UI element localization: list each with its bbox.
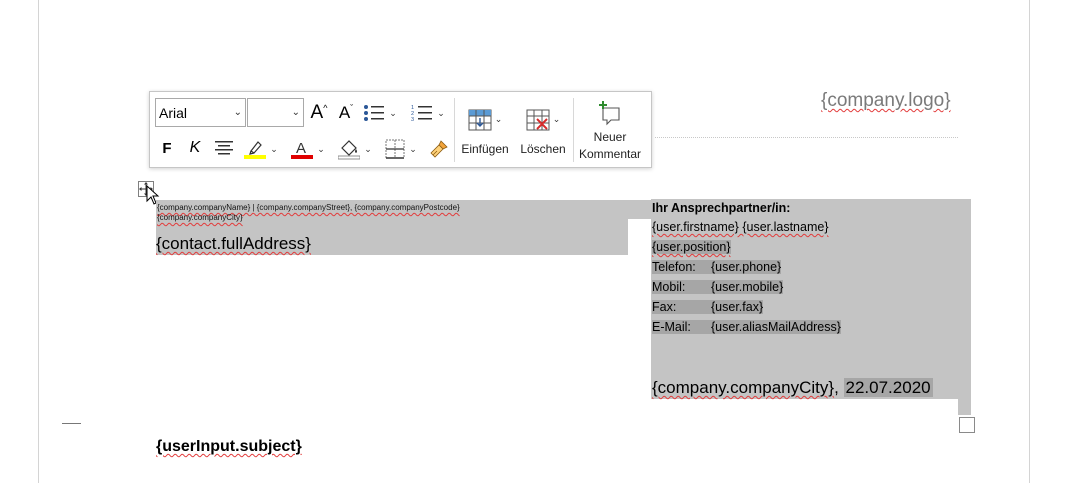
chevron-down-icon: ⌄ bbox=[317, 143, 325, 154]
shrink-font-button[interactable]: A ˇ bbox=[334, 100, 358, 126]
chevron-down-icon: ⌄ bbox=[437, 107, 445, 118]
chevron-down-icon: ⌄ bbox=[389, 107, 397, 118]
numbered-list-icon: 1 2 3 bbox=[411, 105, 433, 122]
grow-font-icon: A bbox=[310, 102, 324, 123]
font-color-icon: A bbox=[291, 140, 314, 159]
new-comment-icon bbox=[599, 100, 620, 125]
borders-button[interactable]: ⌄ bbox=[380, 136, 422, 162]
header-divider bbox=[655, 137, 958, 138]
mobile-label: Mobil: bbox=[652, 280, 686, 294]
toolbar-separator bbox=[573, 98, 574, 162]
insert-label: Einfügen bbox=[461, 141, 509, 156]
font-color-button[interactable]: A ⌄ bbox=[287, 136, 329, 162]
numbering-button[interactable]: 1 2 3 ⌄ bbox=[407, 100, 449, 126]
new-comment-button[interactable]: Neuer Kommentar bbox=[575, 98, 645, 164]
contact-name: {user.firstname} {user.lastname} bbox=[652, 220, 829, 234]
chevron-down-icon: ⌄ bbox=[291, 107, 300, 118]
chevron-down-icon: ⌄ bbox=[494, 114, 503, 124]
svg-text:A: A bbox=[296, 140, 306, 157]
italic-icon: K bbox=[189, 139, 201, 156]
grow-font-button[interactable]: A ^ bbox=[307, 100, 331, 126]
shrink-font-icon: A bbox=[338, 103, 351, 122]
city-date-separator: , bbox=[834, 378, 844, 397]
center-align-button[interactable] bbox=[212, 136, 236, 160]
contact-email-line[interactable]: E-Mail: {user.aliasMailAddress} bbox=[652, 320, 841, 334]
table-delete-icon bbox=[526, 109, 550, 130]
company-city: {company.companyCity} bbox=[652, 378, 835, 397]
table-insert-icon bbox=[468, 109, 492, 130]
address-shading bbox=[628, 200, 652, 219]
chevron-down-icon: ⌄ bbox=[233, 107, 242, 118]
comment-label-line2: Kommentar bbox=[578, 146, 642, 161]
email-label: E-Mail: bbox=[652, 320, 691, 334]
contact-position-line[interactable]: {user.position} bbox=[652, 240, 731, 254]
margin-mark bbox=[62, 423, 81, 424]
mini-toolbar: Arial ⌄ ⌄ A ^ A ˇ ⌄ 1 2 3 ⌄ F K ⌄ A ⌄ ⌄ … bbox=[149, 91, 652, 168]
contact-mobile-line[interactable]: Mobil: {user.mobile} bbox=[652, 280, 784, 294]
insert-button[interactable]: ⌄ Einfügen bbox=[457, 98, 513, 164]
comment-label-line1: Neuer bbox=[593, 129, 627, 144]
toolbar-separator bbox=[454, 98, 455, 162]
shading-button[interactable]: ⌄ bbox=[334, 136, 376, 162]
italic-button[interactable]: K bbox=[184, 136, 206, 160]
borders-icon bbox=[385, 139, 405, 159]
table-resize-handle[interactable] bbox=[959, 417, 975, 433]
city-date-line[interactable]: {company.companyCity}, 22.07.2020 bbox=[652, 378, 933, 398]
letter-date: 22.07.2020 bbox=[843, 378, 933, 397]
font-name-value: Arial bbox=[159, 104, 188, 121]
contact-heading: Ihr Ansprechpartner/in: bbox=[652, 201, 791, 215]
font-size-select[interactable]: ⌄ bbox=[247, 98, 304, 127]
bold-icon: F bbox=[162, 139, 172, 157]
phone-label: Telefon: bbox=[652, 260, 696, 274]
highlighter-icon bbox=[244, 141, 267, 159]
mobile-value: {user.mobile} bbox=[711, 280, 784, 294]
sender-city[interactable]: {company.companyCity} bbox=[157, 213, 628, 223]
sender-line-block: {company.companyName} | {company.company… bbox=[156, 200, 628, 228]
company-logo-placeholder[interactable]: {company.logo} bbox=[821, 90, 951, 112]
page-border-right bbox=[1029, 0, 1030, 483]
font-name-select[interactable]: Arial ⌄ bbox=[155, 98, 246, 127]
fax-label: Fax: bbox=[652, 300, 677, 314]
chevron-down-icon: ⌄ bbox=[552, 114, 561, 124]
recipient-full-address[interactable]: {contact.fullAddress} bbox=[156, 234, 311, 254]
page-border-left bbox=[38, 0, 39, 483]
contact-fax-line[interactable]: Fax: {user.fax} bbox=[652, 300, 764, 314]
svg-text:3: 3 bbox=[411, 117, 414, 122]
highlight-color-button[interactable]: ⌄ bbox=[240, 136, 282, 162]
contact-position: {user.position} bbox=[652, 240, 731, 254]
contact-phone-line[interactable]: Telefon: {user.phone} bbox=[652, 260, 782, 274]
bullets-button[interactable]: ⌄ bbox=[360, 100, 400, 126]
sender-line[interactable]: {company.companyName} | {company.company… bbox=[157, 203, 628, 213]
paintbrush-icon bbox=[430, 140, 448, 158]
email-value: {user.aliasMailAddress} bbox=[711, 320, 841, 334]
delete-button[interactable]: ⌄ Löschen bbox=[515, 98, 571, 164]
contact-block-shading bbox=[958, 399, 971, 415]
chevron-down-icon: ⌄ bbox=[270, 143, 278, 154]
phone-value: {user.phone} bbox=[711, 260, 782, 274]
paint-bucket-icon bbox=[338, 140, 361, 160]
contact-name-line[interactable]: {user.firstname} {user.lastname} bbox=[652, 220, 829, 234]
subject-field[interactable]: {userInput.subject} bbox=[156, 438, 302, 456]
chevron-down-icon: ⌄ bbox=[364, 143, 372, 154]
bullet-list-icon bbox=[364, 105, 385, 121]
fax-value: {user.fax} bbox=[711, 300, 764, 314]
delete-label: Löschen bbox=[520, 141, 566, 156]
chevron-down-icon: ⌄ bbox=[409, 143, 417, 154]
align-center-icon bbox=[215, 141, 233, 155]
bold-button[interactable]: F bbox=[156, 136, 178, 160]
format-painter-button[interactable] bbox=[426, 136, 452, 162]
